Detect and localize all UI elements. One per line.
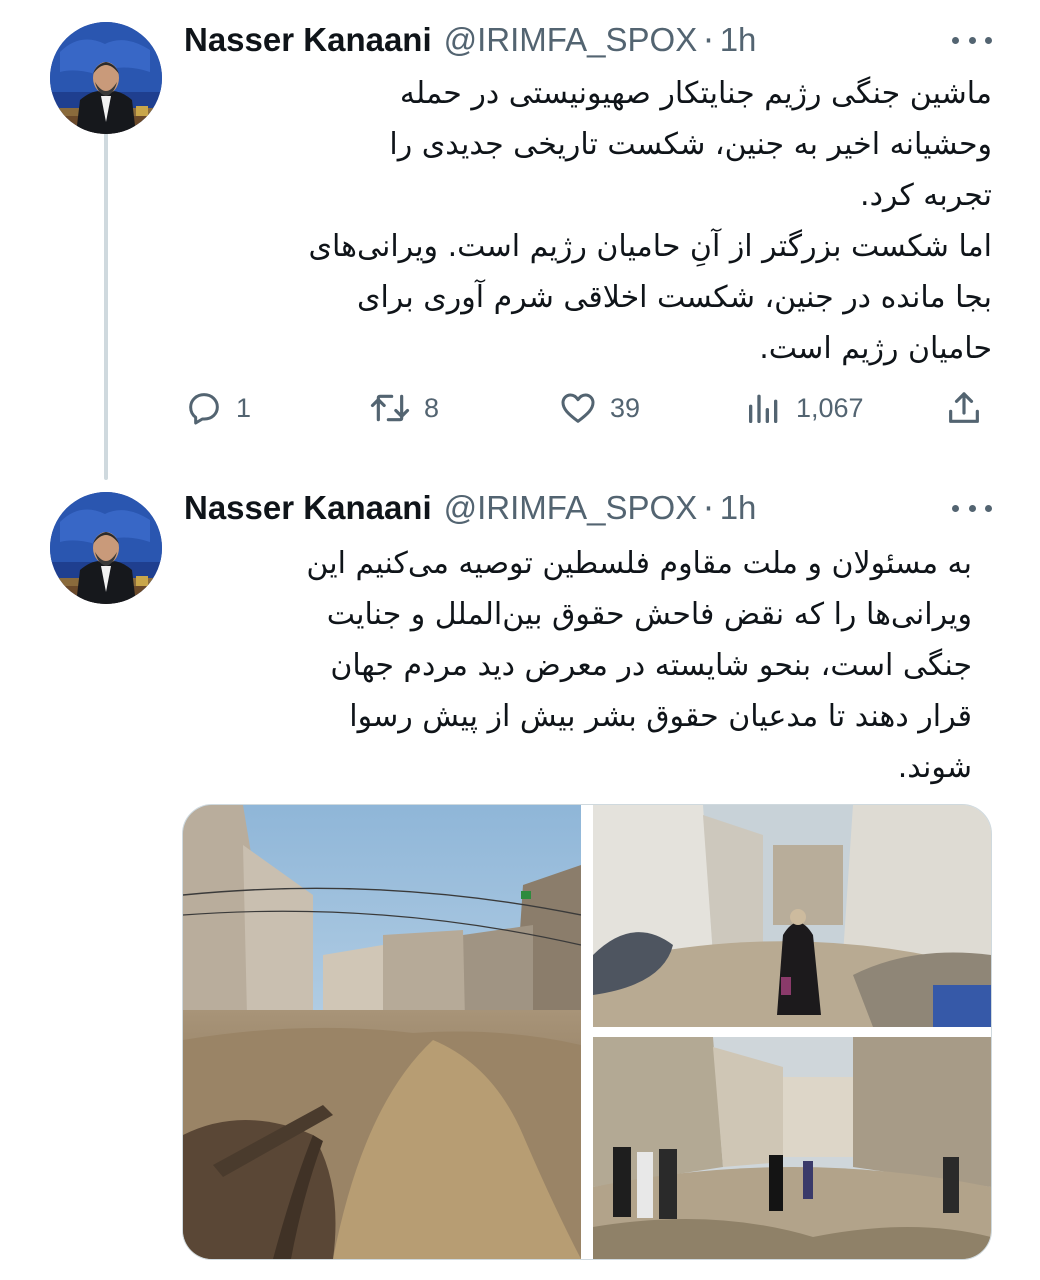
media-photo-3[interactable] bbox=[593, 1037, 991, 1259]
media-photo-1[interactable] bbox=[183, 805, 581, 1259]
reply-icon bbox=[189, 393, 219, 425]
share-button[interactable] bbox=[944, 386, 996, 430]
reply-button[interactable]: 1 bbox=[184, 386, 251, 430]
author-handle[interactable]: @IRIMFA_SPOX bbox=[444, 489, 698, 527]
people-walking-photo bbox=[593, 1037, 991, 1259]
heart-icon bbox=[561, 393, 595, 423]
thread-connector-line bbox=[104, 118, 108, 480]
author-handle[interactable]: @IRIMFA_SPOX bbox=[444, 21, 698, 59]
more-dots-icon[interactable] bbox=[952, 30, 992, 50]
more-dots-icon[interactable] bbox=[952, 498, 992, 518]
media-photo-2[interactable] bbox=[593, 805, 991, 1027]
retweet-icon bbox=[370, 394, 410, 422]
tweet-text: ماشین جنگی رژیم جنایتکار صهیونیستی در حم… bbox=[308, 76, 992, 366]
views-icon bbox=[749, 394, 778, 423]
avatar-image bbox=[50, 22, 162, 134]
tweet-timestamp[interactable]: 1h bbox=[720, 21, 757, 59]
rubble-street-photo bbox=[183, 805, 581, 1259]
tweet-header: Nasser Kanaani @IRIMFA_SPOX · 1h bbox=[184, 486, 756, 530]
tweet-timestamp[interactable]: 1h bbox=[720, 489, 757, 527]
tweet-header: Nasser Kanaani @IRIMFA_SPOX · 1h bbox=[184, 18, 756, 62]
author-name[interactable]: Nasser Kanaani bbox=[184, 21, 432, 59]
retweet-count: 8 bbox=[424, 392, 440, 423]
like-count: 39 bbox=[610, 392, 641, 423]
media-grid bbox=[182, 804, 992, 1260]
woman-walking-photo bbox=[593, 805, 991, 1027]
share-icon bbox=[949, 392, 979, 423]
like-button[interactable]: 39 bbox=[558, 386, 640, 430]
views-button[interactable]: 1,067 bbox=[744, 386, 864, 430]
avatar[interactable] bbox=[50, 492, 162, 604]
separator-dot: · bbox=[703, 488, 714, 528]
separator-dot: · bbox=[703, 20, 714, 60]
tweet-text: به مسئولان و ملت مقاوم فلسطین توصیه می‌ک… bbox=[306, 546, 972, 785]
tweet-actions: 1 8 39 1,067 bbox=[184, 386, 990, 430]
reply-count: 1 bbox=[236, 392, 252, 423]
author-name[interactable]: Nasser Kanaani bbox=[184, 489, 432, 527]
avatar[interactable] bbox=[50, 22, 162, 134]
retweet-button[interactable]: 8 bbox=[368, 386, 439, 430]
avatar-image bbox=[50, 492, 162, 604]
views-count: 1,067 bbox=[796, 392, 864, 423]
